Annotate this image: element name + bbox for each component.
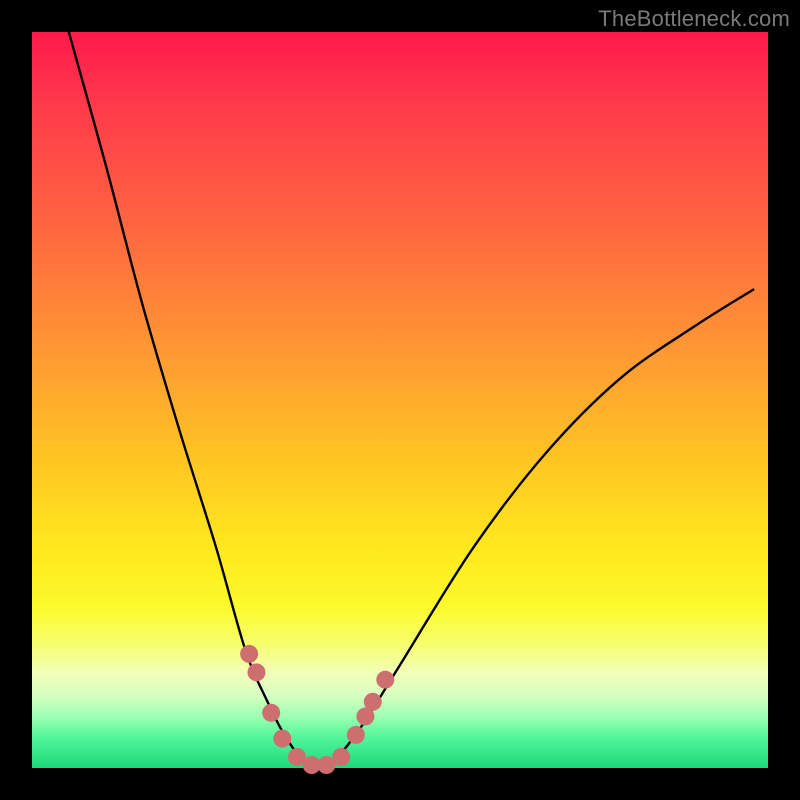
chart-svg — [32, 32, 768, 768]
marker-dot — [247, 663, 265, 681]
marker-dot — [376, 671, 394, 689]
marker-dot — [347, 726, 365, 744]
plot-area — [32, 32, 768, 768]
bottleneck-curve — [69, 32, 753, 770]
marker-dot — [262, 704, 280, 722]
marker-group — [240, 645, 394, 774]
marker-dot — [240, 645, 258, 663]
marker-dot — [273, 730, 291, 748]
marker-dot — [364, 693, 382, 711]
marker-dot — [332, 748, 350, 766]
watermark-text: TheBottleneck.com — [598, 6, 790, 32]
outer-frame: TheBottleneck.com — [0, 0, 800, 800]
